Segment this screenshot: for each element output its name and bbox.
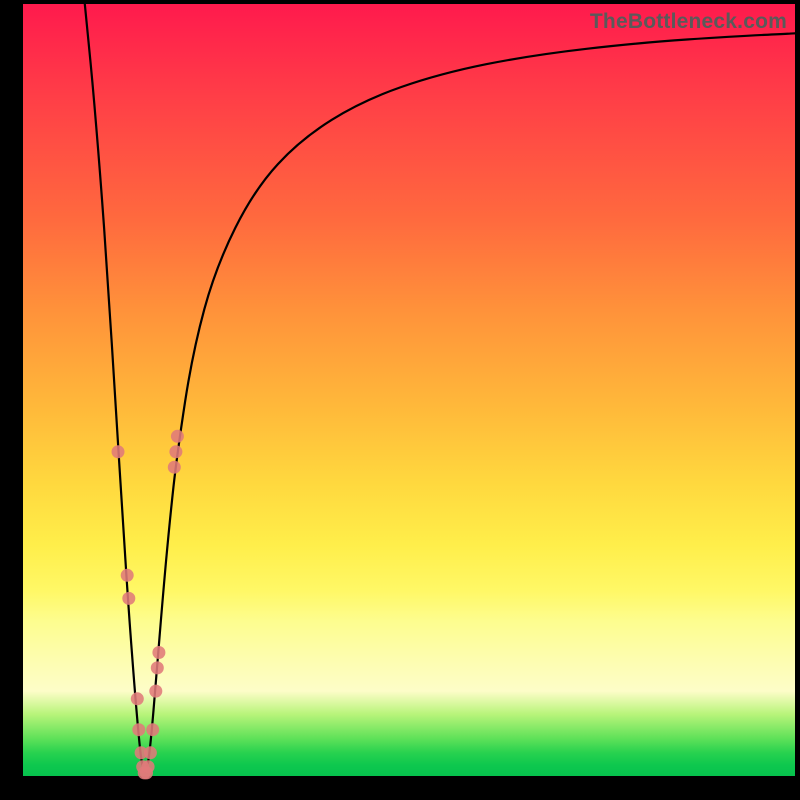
bottleneck-curve bbox=[85, 4, 795, 772]
marker-dot bbox=[151, 661, 164, 674]
marker-dot bbox=[112, 445, 125, 458]
marker-dot bbox=[171, 430, 184, 443]
marker-dot bbox=[132, 723, 145, 736]
marker-dot bbox=[149, 685, 162, 698]
marker-dot bbox=[121, 569, 134, 582]
marker-dot bbox=[144, 746, 157, 759]
curve-layer bbox=[23, 4, 795, 776]
marker-dot bbox=[169, 445, 182, 458]
marker-dot bbox=[152, 646, 165, 659]
marker-dot bbox=[122, 592, 135, 605]
marker-dot bbox=[168, 461, 181, 474]
marker-dot bbox=[131, 692, 144, 705]
marker-dot bbox=[146, 723, 159, 736]
chart-frame: TheBottleneck.com bbox=[0, 0, 800, 800]
marker-dot bbox=[142, 760, 155, 773]
plot-area: TheBottleneck.com bbox=[23, 4, 795, 776]
